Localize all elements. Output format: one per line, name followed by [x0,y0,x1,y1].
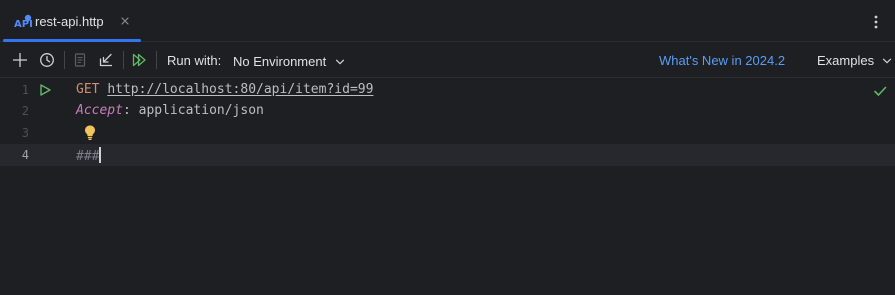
tab-rest-api-http[interactable]: API rest-api.http [0,0,141,42]
history-button[interactable] [37,50,57,70]
editor-line-current: 4 ### [0,144,895,166]
convert-from-curl-button[interactable] [70,50,90,70]
tab-title: rest-api.http [35,14,104,29]
editor-tab-bar: API rest-api.http [0,0,895,42]
text-caret [99,147,102,163]
line-code: ### [76,147,102,164]
line-number: 2 [21,104,29,118]
line-number: 4 [21,148,29,162]
import-icon [99,53,113,67]
editor-line: 2 Accept: application/json [0,100,895,122]
request-separator: ### [76,149,100,164]
line-number: 1 [21,83,29,97]
api-file-icon: API [14,14,32,30]
request-url[interactable]: http://localhost:80/api/item?id=99 [107,82,373,97]
line-code: Accept: application/json [76,103,264,118]
import-button[interactable] [96,50,116,70]
document-icon [74,53,86,67]
clock-icon [40,53,54,67]
environment-select[interactable]: No Environment [233,53,345,69]
toolbar-separator [64,51,65,69]
environment-select-value: No Environment [233,53,327,69]
check-icon [874,86,887,96]
http-request-editor[interactable]: 1 GET http://localhost:80/api/item?id=99… [0,78,895,295]
run-all-requests-button[interactable] [129,50,149,70]
header-value: application/json [130,103,264,118]
http-client-toolbar: Run with: No Environment What's New in 2… [0,42,895,78]
run-request-icon[interactable] [38,83,52,97]
editor-line: 1 GET http://localhost:80/api/item?id=99 [0,79,895,101]
close-icon[interactable] [119,15,131,27]
plus-icon [12,52,28,68]
toolbar-separator [156,51,157,69]
add-request-button[interactable] [10,50,30,70]
header-name: Accept [76,103,123,118]
header-colon: : [122,103,131,118]
chevron-down-icon [336,59,345,64]
toolbar-separator [123,51,124,69]
run-with-label: Run with: [167,53,222,68]
line-code: GET http://localhost:80/api/item?id=99 [76,82,373,97]
more-options-icon[interactable] [869,13,883,31]
lightbulb-icon[interactable] [83,124,97,141]
whats-new-link[interactable]: What's New in 2024.2 [659,53,785,68]
line-number: 3 [21,126,29,140]
examples-dropdown[interactable]: Examples [817,53,892,68]
editor-line: 3 [0,122,895,144]
run-all-icon [132,53,146,67]
chevron-down-icon [882,58,892,64]
request-method: GET [76,82,100,97]
examples-label: Examples [817,53,875,68]
